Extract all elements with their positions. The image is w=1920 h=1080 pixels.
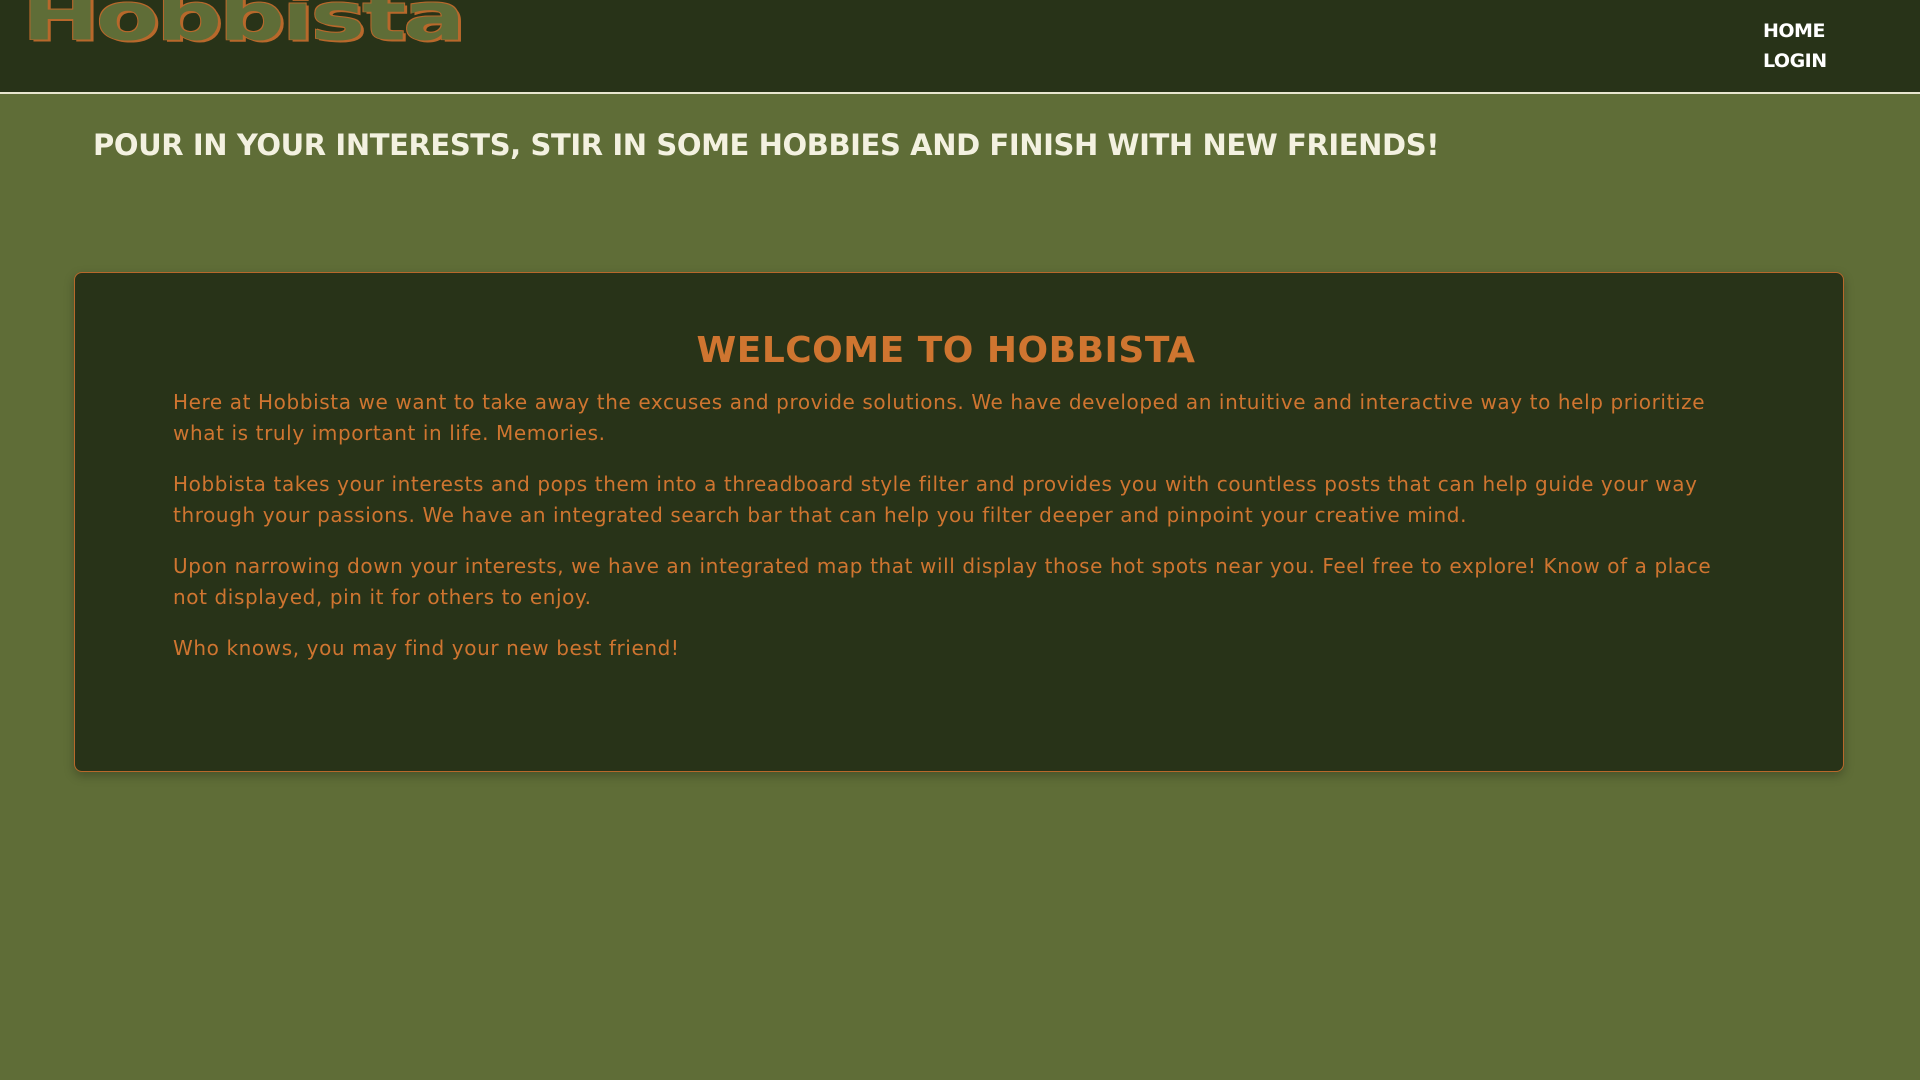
nav-login-link[interactable]: LOGIN <box>1763 46 1827 76</box>
welcome-card: WELCOME TO HOBBISTA Here at Hobbista we … <box>74 272 1844 772</box>
welcome-paragraph-intro: Here at Hobbista we want to take away th… <box>173 390 1706 445</box>
welcome-paragraph-threadboard: Hobbista takes your interests and pops t… <box>173 472 1698 527</box>
site-header: Hobbista HOME LOGIN <box>0 0 1920 94</box>
site-logo[interactable]: Hobbista <box>22 0 465 50</box>
welcome-paragraph-map: Upon narrowing down your interests, we h… <box>173 554 1712 609</box>
main-nav: HOME LOGIN <box>1763 16 1827 76</box>
welcome-paragraph-closing: Who knows, you may find your new best fr… <box>173 636 680 660</box>
welcome-title: WELCOME TO HOBBISTA <box>696 330 1196 371</box>
nav-home-link[interactable]: HOME <box>1763 16 1827 46</box>
page-tagline: POUR IN YOUR INTERESTS, STIR IN SOME HOB… <box>93 128 1440 162</box>
